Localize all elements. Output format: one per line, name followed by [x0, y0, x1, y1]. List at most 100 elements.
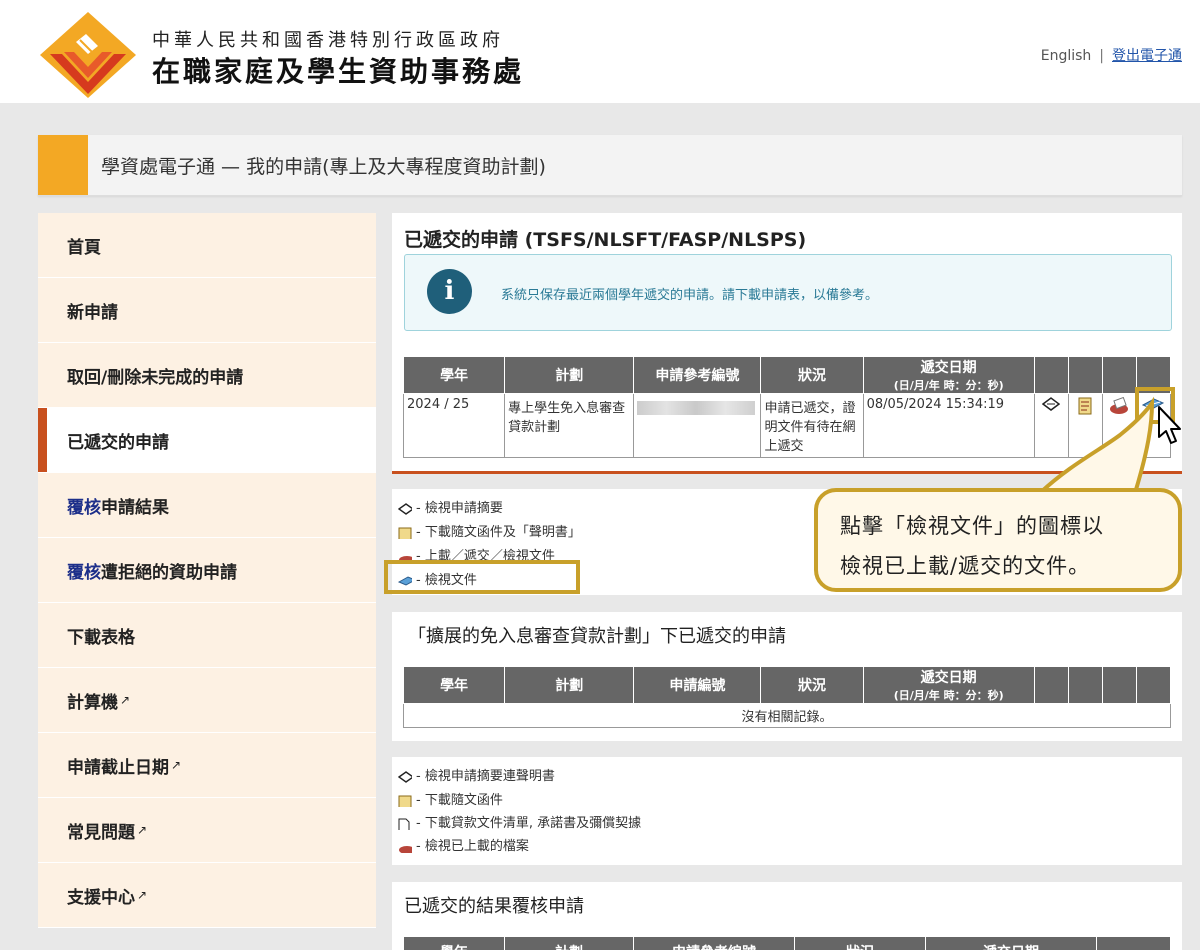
- legend-item: - 下載貸款文件清單, 承諾書及彌償契據: [398, 812, 641, 831]
- external-link-icon: ↗: [137, 888, 148, 902]
- sidebar-item-retrieve-delete[interactable]: 取回/刪除未完成的申請: [38, 343, 376, 408]
- sidebar-item-label: 申請截止日期: [67, 757, 169, 778]
- english-link[interactable]: English: [1041, 48, 1092, 64]
- col-header-date-sub: (日/月/年 時：分：秒): [893, 379, 1004, 392]
- link-separator: |: [1099, 48, 1104, 64]
- redacted-ref-no: [637, 401, 756, 415]
- sidebar-item-review-rejected[interactable]: 覆核 遭拒絕的資助申請: [38, 538, 376, 603]
- col-header-status: 狀況: [760, 666, 864, 704]
- top-links: English | 登出電子通: [1041, 45, 1182, 65]
- col-header-date: 遞交日期 (日/月/年 時：分：秒): [862, 356, 1035, 394]
- table-header-row: 學年 計劃 申請編號 狀況 遞交日期 (日/月/年 時：分：秒): [402, 666, 1172, 704]
- legend-item: - 檢視申請摘要連聲明書: [398, 765, 555, 784]
- sidebar-item-prefix: 覆核: [67, 497, 101, 518]
- col-header-year: 學年: [402, 356, 506, 394]
- sidebar-item-label: 下載表格: [67, 627, 135, 648]
- sidebar-item-label: 首頁: [67, 237, 101, 258]
- highlight-view-documents-legend: [384, 560, 580, 594]
- col-header-status: 狀況: [794, 936, 926, 950]
- page-title: 學資處電子通 — 我的申請(專上及大專程度資助計劃): [101, 156, 546, 178]
- logout-link[interactable]: 登出電子通: [1112, 48, 1182, 64]
- legend-text: - 下載隨文函件: [416, 793, 503, 808]
- info-notice: i 系統只保存最近兩個學年遞交的申請。請下載申請表，以備參考。: [404, 254, 1172, 331]
- col-header-year: 學年: [402, 666, 506, 704]
- col-header-date: 遞交日期: [925, 936, 1097, 950]
- cell-ref-no: [633, 393, 762, 458]
- view-summary-icon: [398, 502, 412, 515]
- sidebar-item-review-result[interactable]: 覆核 申請結果: [38, 473, 376, 538]
- title-accent: [38, 135, 88, 195]
- table-row: 沒有相關記錄。: [403, 703, 1171, 728]
- review-applications-table: 學年 計劃 申請參考編號 狀況 遞交日期: [403, 936, 1171, 950]
- col-header-action: [1135, 666, 1172, 704]
- col-header-scheme: 計劃: [504, 936, 634, 950]
- cell-scheme: 專上學生免入息審查貸款計劃: [504, 393, 635, 458]
- col-header-scheme: 計劃: [504, 666, 635, 704]
- col-header-action: [1067, 356, 1103, 394]
- col-header-action: [1033, 666, 1069, 704]
- col-header-status: 狀況: [760, 356, 864, 394]
- document-icon: [398, 818, 410, 830]
- cell-status: 申請已遞交，證明文件有待在網上遞交: [760, 393, 864, 458]
- sidebar-item-prefix: 覆核: [67, 562, 101, 583]
- sidebar-item-label: 常見問題: [67, 822, 135, 843]
- sidebar-item-calculator[interactable]: 計算機 ↗: [38, 668, 376, 733]
- legend-text: - 下載隨文函件及「聲明書」: [416, 525, 581, 540]
- col-header-action: [1101, 356, 1137, 394]
- sidebar-item-new-application[interactable]: 新申請: [38, 278, 376, 343]
- legend-panel: - 檢視申請摘要連聲明書 - 下載隨文函件 - 下載貸款文件清單, 承諾書及彌償…: [392, 757, 1182, 865]
- table-header-row: 學年 計劃 申請參考編號 狀況 遞交日期: [403, 936, 1171, 950]
- wfsfaa-logo: [40, 12, 136, 98]
- sidebar-item-deadlines[interactable]: 申請截止日期 ↗: [38, 733, 376, 798]
- col-header-action: [1067, 666, 1103, 704]
- sidebar-item-home[interactable]: 首頁: [38, 213, 376, 278]
- site-header: 中華人民共和國香港特別行政區政府 在職家庭及學生資助事務處 English | 登出…: [0, 0, 1200, 103]
- col-header-date-main: 遞交日期: [920, 360, 977, 376]
- col-header-year: 學年: [403, 936, 505, 950]
- col-header-ref-no: 申請參考編號: [633, 936, 795, 950]
- page-title-bar: 學資處電子通 — 我的申請(專上及大專程度資助計劃): [38, 135, 1182, 196]
- col-header-date-sub: (日/月/年 時：分：秒): [893, 689, 1004, 702]
- legend-text: - 檢視申請摘要: [416, 501, 503, 516]
- section-title: 「擴展的免入息審查貸款計劃」下已遞交的申請: [408, 626, 786, 647]
- legend-item: - 下載隨文函件: [398, 789, 503, 808]
- external-link-icon: ↗: [171, 758, 182, 772]
- org-name-line2: 在職家庭及學生資助事務處: [152, 55, 525, 88]
- sidebar-item-download-forms[interactable]: 下載表格: [38, 603, 376, 668]
- legend-text: - 檢視申請摘要連聲明書: [416, 769, 555, 784]
- cell-date: 08/05/2024 15:34:19: [862, 393, 1035, 458]
- org-name-line1: 中華人民共和國香港特別行政區政府: [152, 30, 504, 51]
- legend-item: - 下載隨文函件及「聲明書」: [398, 521, 581, 540]
- col-header-ref-no: 申請參考編號: [633, 356, 762, 394]
- review-applications-panel: 已遞交的結果覆核申請 學年 計劃 申請參考編號 狀況 遞交日期: [392, 882, 1182, 950]
- extended-loan-panel: 「擴展的免入息審查貸款計劃」下已遞交的申請 學年 計劃 申請編號 狀況 遞交日期…: [392, 612, 1182, 741]
- sidebar-nav: 首頁 新申請 取回/刪除未完成的申請 已遞交的申請 覆核 申請結果 覆核 遭拒絕的資…: [38, 213, 376, 950]
- col-header-date: 遞交日期 (日/月/年 時：分：秒): [862, 666, 1035, 704]
- table-header-row: 學年 計劃 申請參考編號 狀況 遞交日期 (日/月/年 時：分：秒): [402, 356, 1172, 394]
- instruction-callout: 點擊「檢視文件」的圖標以 檢視已上載/遞交的文件。: [814, 488, 1182, 592]
- col-header-action: [1033, 356, 1069, 394]
- download-letter-icon: [398, 527, 412, 539]
- sidebar-item-label: 支援中心: [67, 887, 135, 908]
- sidebar-item-submitted[interactable]: 已遞交的申請: [38, 408, 376, 473]
- empty-message: 沒有相關記錄。: [403, 703, 1171, 728]
- info-text: 系統只保存最近兩個學年遞交的申請。請下載申請表，以備參考。: [501, 288, 879, 303]
- sidebar-item-label: 申請結果: [101, 497, 169, 518]
- sidebar-item-label: 計算機: [67, 692, 118, 713]
- legend-text: - 檢視已上載的檔案: [416, 839, 529, 854]
- mouse-cursor-icon: [1158, 406, 1181, 444]
- external-link-icon: ↗: [120, 693, 131, 707]
- view-summary-icon: [398, 770, 412, 783]
- download-letter-icon: [398, 795, 412, 807]
- cell-year: 2024 / 25: [402, 393, 506, 458]
- col-header-action: [1101, 666, 1137, 704]
- col-header-date-main: 遞交日期: [920, 670, 977, 686]
- sidebar-item-faq[interactable]: 常見問題 ↗: [38, 798, 376, 863]
- section-title: 已遞交的結果覆核申請: [404, 896, 584, 917]
- callout-line1: 點擊「檢視文件」的圖標以: [840, 514, 1104, 538]
- callout-line2: 檢視已上載/遞交的文件。: [840, 554, 1091, 578]
- legend-item: - 檢視申請摘要: [398, 497, 503, 516]
- sidebar-item-support[interactable]: 支援中心 ↗: [38, 863, 376, 928]
- sidebar-item-label: 遭拒絕的資助申請: [101, 562, 237, 583]
- col-header-app-no: 申請編號: [633, 666, 762, 704]
